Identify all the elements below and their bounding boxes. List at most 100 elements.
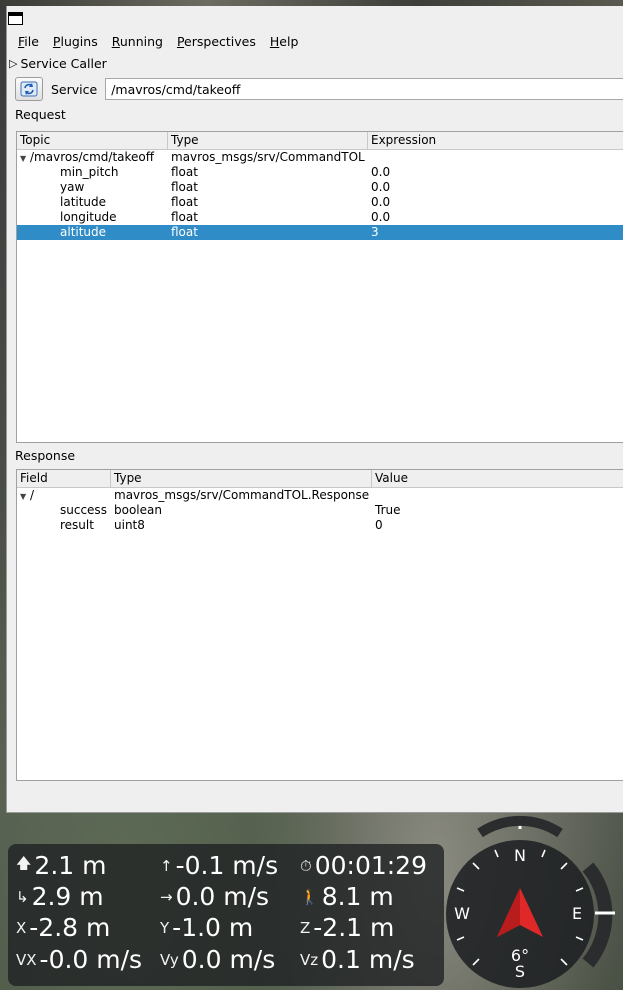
refresh-button[interactable] [15,77,43,101]
row-field: success [60,503,107,517]
request-tree[interactable]: Topic Type Expression ▼/mavros/cmd/takeo… [16,131,623,443]
tree-row-altitude[interactable]: altitude float 3 [17,225,623,240]
hud-vz-value: 0.1 m/s [321,945,415,974]
service-combobox[interactable]: /mavros/cmd/takeoff [105,78,623,100]
hud-flight-time-value: 00:01:29 [314,851,427,880]
hud-vx-value: -0.0 m/s [39,945,143,974]
rqt-window: File Plugins Running Perspectives Help ▷… [6,6,623,813]
tree-row-root[interactable]: ▼/mavros/cmd/takeoff mavros_msgs/srv/Com… [17,150,623,165]
header-field[interactable]: Field [17,470,111,487]
root-topic: /mavros/cmd/takeoff [30,150,155,164]
compass-widget: N E W S 6° [446,815,615,988]
menu-file-label: ile [24,33,39,49]
row-field: result [60,518,94,532]
response-tree[interactable]: Field Type Value ▼ / mavros_msgs/srv/Comm… [16,469,623,781]
row-type: float [171,165,198,179]
response-label: Response [15,447,76,463]
root-expression[interactable] [368,150,623,165]
hud-ground-speed-value: 0.0 m/s [175,882,270,911]
hud-home-distance-value: 8.1 m [321,882,394,911]
tree-row-result[interactable]: result uint8 0 [17,518,623,533]
menu-running[interactable]: Running [105,34,170,49]
tree-row-root[interactable]: ▼ / mavros_msgs/srv/CommandTOL.Response [17,488,623,503]
tree-row-min-pitch[interactable]: min_pitch float 0.0 [17,165,623,180]
menu-perspectives-accel: P [176,33,185,49]
row-topic: latitude [60,195,107,209]
row-expression[interactable]: 0.0 [368,165,623,180]
row-topic: altitude [60,225,107,239]
row-expression[interactable]: 3 [368,225,623,240]
menu-help[interactable]: Help [263,34,306,49]
compass-north: N [514,846,526,865]
response-tree-header: Field Type Value [17,470,623,488]
row-topic: longitude [60,210,117,224]
vy-label: Vy [160,950,179,969]
plugin-title-bar[interactable]: ▷ Service Caller [7,52,623,74]
menu-running-label: unning [119,33,163,49]
menu-perspectives-label: erspectives [184,33,256,49]
request-label: Request [15,106,66,122]
hud-altitude-value: 2.1 m [34,851,107,880]
telemetry-hud: 🡅 2.1 m ↳ 2.9 m X -2.8 m VX -0.0 m/s ↑ -0.1 m… [8,844,444,986]
expand-arrow-icon[interactable]: ▼ [20,489,30,503]
vz-label: Vz [300,950,319,969]
menu-perspectives[interactable]: Perspectives [170,34,263,49]
hud-z: Z -2.1 m [300,913,394,942]
header-type[interactable]: Type [168,132,368,149]
z-label: Z [300,918,311,937]
tree-row-yaw[interactable]: yaw float 0.0 [17,180,623,195]
hud-vy-value: 0.0 m/s [181,945,276,974]
menu-plugins[interactable]: Plugins [46,34,105,49]
menu-help-accel: H [269,33,280,49]
header-expression[interactable]: Expression [368,132,623,149]
arrow-right-icon: → [160,887,173,906]
row-expression[interactable]: 0.0 [368,180,623,195]
header-topic[interactable]: Topic [17,132,168,149]
compass-east: E [572,904,582,923]
tree-row-latitude[interactable]: latitude float 0.0 [17,195,623,210]
header-type[interactable]: Type [111,470,372,487]
hud-vertical-speed-value: -0.1 m/s [175,851,279,880]
row-type: float [171,225,198,239]
service-label: Service [51,81,98,97]
menu-running-accel: R [111,33,120,49]
title-bar[interactable] [7,6,623,30]
window-icon[interactable] [8,12,23,25]
row-value: True [375,503,401,517]
root-type: mavros_msgs/srv/CommandTOL.Response [114,488,370,502]
menu-plugins-label: lugins [60,33,98,49]
collapse-triangle-icon[interactable]: ▷ [9,57,17,70]
menu-file[interactable]: File [11,34,46,49]
root-field: / [30,488,35,502]
vx-label: VX [16,950,37,969]
row-type: uint8 [114,518,145,532]
hud-flight-time: ⏱ 00:01:29 [300,851,427,880]
hud-distance-value: 2.9 m [31,882,104,911]
service-row: Service /mavros/cmd/takeoff [7,74,623,104]
refresh-icon [20,81,38,97]
tree-row-success[interactable]: success boolean True [17,503,623,518]
hud-vx: VX -0.0 m/s [16,945,142,974]
row-value: 0 [375,518,383,532]
row-expression[interactable]: 0.0 [368,210,623,225]
root-value [372,488,623,503]
walking-person-icon: 🚶 [300,887,319,906]
x-label: X [16,918,27,937]
row-type: float [171,210,198,224]
row-topic: yaw [60,180,85,194]
hud-vz: Vz 0.1 m/s [300,945,415,974]
row-type: boolean [114,503,162,517]
expand-arrow-icon[interactable]: ▼ [20,151,30,165]
row-type: float [171,195,198,209]
stopwatch-icon: ⏱ [300,856,312,875]
row-expression[interactable]: 0.0 [368,195,623,210]
menu-bar: File Plugins Running Perspectives Help [7,30,623,52]
hud-x-value: -2.8 m [29,913,111,942]
header-value[interactable]: Value [372,470,623,487]
hud-y-value: -1.0 m [172,913,254,942]
menu-help-label: elp [279,33,299,49]
y-label: Y [160,918,170,937]
plugin-title: Service Caller [20,55,107,71]
arrow-up-thin-icon: ↑ [160,856,173,875]
tree-row-longitude[interactable]: longitude float 0.0 [17,210,623,225]
